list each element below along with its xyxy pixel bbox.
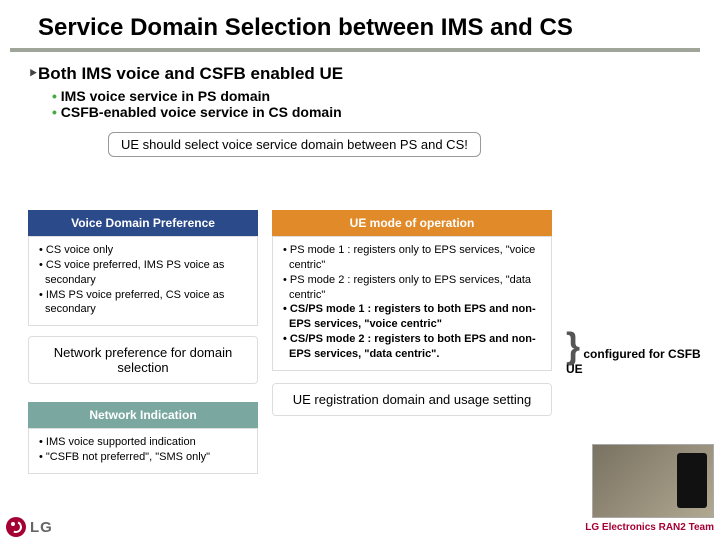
ue-mode-item-2: • PS mode 2 : registers only to EPS serv… [281,273,543,303]
sub-bullet-2: CSFB-enabled voice service in CS domain [52,104,692,120]
ue-mode-item-4: • CS/PS mode 2 : registers to both EPS a… [281,332,543,362]
network-preference-box: Network preference for domain selection [28,336,258,384]
sub-bullet-1: IMS voice service in PS domain [52,88,692,104]
footer-team: LG Electronics RAN2 Team [585,522,714,533]
sub-bullets: IMS voice service in PS domain CSFB-enab… [52,88,692,120]
net-body: • IMS voice supported indication • "CSFB… [28,428,258,474]
net-item-1: • IMS voice supported indication [37,435,249,450]
ue-mode-heading: UE mode of operation [272,210,552,236]
column-right: } configured for CSFB UE [566,210,710,474]
headline: Both IMS voice and CSFB enabled UE [28,64,692,84]
ue-mode-item-3: • CS/PS mode 1 : registers to both EPS a… [281,302,543,332]
content-columns: Voice Domain Preference • CS voice only … [28,210,710,474]
column-left: Voice Domain Preference • CS voice only … [28,210,258,474]
headline-block: Both IMS voice and CSFB enabled UE IMS v… [0,52,720,167]
network-indication-block: Network Indication • IMS voice supported… [28,402,258,474]
vdp-heading: Voice Domain Preference [28,210,258,236]
footer: LG LG Electronics RAN2 Team [0,514,720,540]
ue-mode-body: • PS mode 1 : registers only to EPS serv… [272,236,552,371]
net-heading: Network Indication [28,402,258,428]
promo-image-placeholder [592,444,714,518]
vdp-item-1: • CS voice only [37,243,249,258]
vdp-item-2: • CS voice preferred, IMS PS voice as se… [37,258,249,288]
ue-registration-box: UE registration domain and usage setting [272,383,552,416]
net-item-2: • "CSFB not preferred", "SMS only" [37,450,249,465]
ue-mode-item-1: • PS mode 1 : registers only to EPS serv… [281,243,543,273]
brace-icon: } [566,325,580,366]
side-note: configured for CSFB UE [566,347,701,376]
lg-logo: LG [6,517,53,537]
vdp-item-3: • IMS PS voice preferred, CS voice as se… [37,288,249,318]
vdp-body: • CS voice only • CS voice preferred, IM… [28,236,258,326]
column-middle: UE mode of operation • PS mode 1 : regis… [272,210,552,474]
callout-box: UE should select voice service domain be… [108,132,481,157]
page-title: Service Domain Selection between IMS and… [10,0,700,52]
lg-logo-text: LG [30,519,53,536]
lg-logo-icon [6,517,26,537]
